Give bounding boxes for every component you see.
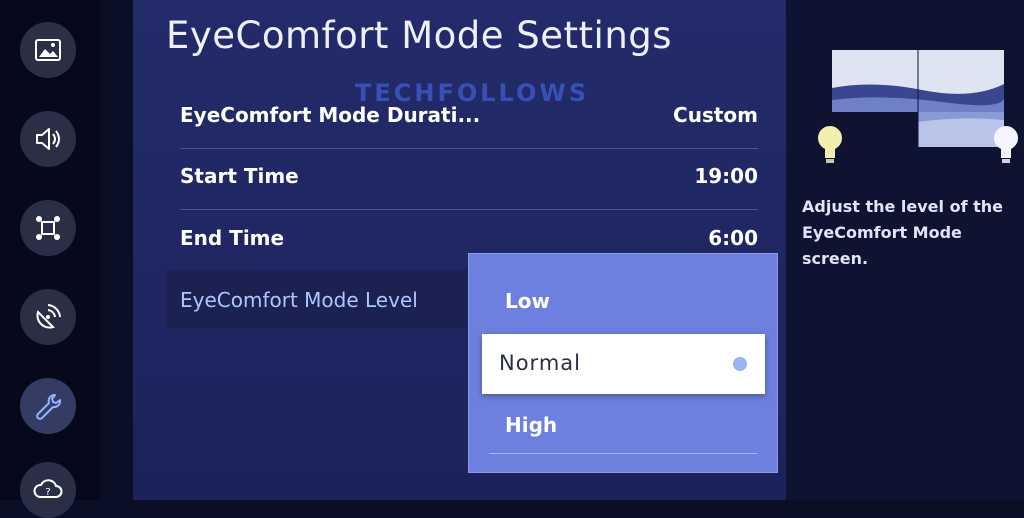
- sidebar-item-picture[interactable]: [20, 22, 76, 78]
- help-description: Adjust the level of the EyeComfort Mode …: [802, 197, 1003, 268]
- setting-label: End Time: [180, 226, 285, 250]
- wrench-icon: [36, 394, 62, 420]
- page-title: EyeComfort Mode Settings: [166, 14, 673, 57]
- divider: [180, 209, 758, 210]
- sidebar-item-general[interactable]: [20, 378, 76, 434]
- level-dropdown[interactable]: Low Normal High: [468, 253, 778, 473]
- sidebar-item-broadcast[interactable]: [20, 289, 76, 345]
- setting-label: EyeComfort Mode Level: [180, 288, 418, 312]
- sound-icon: [36, 128, 60, 150]
- option-low[interactable]: Low: [505, 289, 550, 313]
- sidebar-item-support[interactable]: ?: [20, 462, 76, 518]
- warm-bulb-icon: [818, 126, 842, 163]
- sidebar-item-connection[interactable]: [20, 200, 76, 256]
- setting-value: 6:00: [708, 226, 758, 250]
- svg-text:?: ?: [45, 487, 50, 498]
- picture-icon: [35, 39, 61, 61]
- option-label: Normal: [499, 351, 581, 375]
- screen-preview-image: [832, 50, 1004, 147]
- cool-bulb-icon: [994, 126, 1018, 163]
- option-high[interactable]: High: [505, 413, 557, 437]
- setting-row-start-time[interactable]: Start Time 19:00: [180, 152, 758, 210]
- divider: [180, 148, 758, 149]
- sidebar-item-sound[interactable]: [20, 111, 76, 167]
- connection-icon: [36, 216, 60, 240]
- setting-value: 19:00: [694, 164, 758, 188]
- setting-label: Start Time: [180, 164, 299, 188]
- support-icon: ?: [33, 479, 63, 498]
- setting-label: EyeComfort Mode Durati...: [180, 103, 481, 127]
- broadcast-icon: [36, 304, 61, 329]
- help-panel: Adjust the level of the EyeComfort Mode …: [786, 0, 1024, 500]
- option-normal[interactable]: Normal: [482, 334, 765, 394]
- setting-value: Custom: [673, 103, 758, 127]
- selected-indicator-icon: [733, 357, 747, 371]
- sidebar: ?: [0, 0, 100, 518]
- divider: [489, 453, 757, 454]
- setting-row-duration[interactable]: EyeComfort Mode Durati... Custom: [180, 91, 758, 149]
